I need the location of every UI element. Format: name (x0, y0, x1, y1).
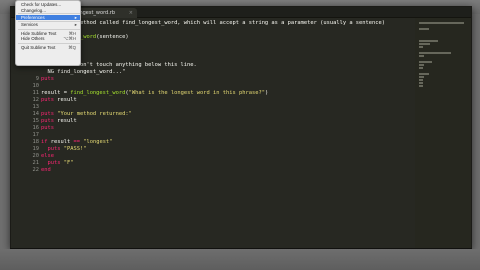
menu-item-quit-sublime-text[interactable]: Quit Sublime Text ⌘Q (16, 45, 80, 50)
line-number: 20 (32, 153, 40, 159)
menu-item-label: Hide Others (21, 36, 45, 41)
minimap-line (419, 55, 424, 57)
code-line[interactable]: puts "PASS!" (41, 146, 421, 153)
code-line[interactable] (41, 55, 421, 62)
screen: longest_word.rb × 9 10 11 12 13 14 15 16 17 18 19 2… (0, 0, 480, 270)
code-line[interactable]: puts (41, 125, 421, 132)
menu-item-label: Hide Sublime Text (21, 30, 57, 36)
menu-item-services[interactable]: Services ▸ (16, 22, 80, 27)
line-number: 17 (32, 132, 40, 138)
code-line[interactable]: puts result (41, 118, 421, 125)
line-number: 19 (32, 146, 40, 152)
line-number: 11 (32, 90, 40, 96)
tab-title: longest_word.rb (75, 10, 116, 16)
submenu-arrow-icon: ▸ (74, 22, 77, 27)
menu-item-label: Changelog... (21, 7, 46, 13)
code-line[interactable]: if result == "longest" (41, 139, 421, 146)
line-number: 9 (35, 76, 39, 82)
minimap-line (419, 82, 423, 84)
code-line[interactable] (41, 27, 421, 34)
minimap-line (419, 22, 464, 24)
minimap-line (419, 52, 451, 54)
line-number: 14 (32, 111, 40, 117)
menu-item-shortcut: ⌘Q (68, 45, 76, 50)
menu-item-preferences[interactable]: Preferences ▸ (16, 14, 80, 20)
minimap-line (419, 46, 423, 48)
code-line[interactable]: puts result (41, 97, 421, 104)
menu-separator (18, 28, 80, 30)
minimap-line (419, 64, 424, 66)
code-line[interactable]: the method called find_longest_word, whi… (41, 20, 421, 27)
minimap-line (419, 40, 439, 42)
code-line[interactable] (41, 83, 421, 90)
code-line[interactable] (41, 41, 421, 48)
line-number: 12 (32, 97, 40, 103)
code-line[interactable]: puts (41, 76, 421, 83)
line-number: 13 (32, 104, 40, 110)
menu-separator (18, 20, 80, 22)
minimap-line (419, 79, 423, 81)
menu-item-shortcut: ⌥⌘H (63, 36, 76, 41)
code-line[interactable] (41, 132, 421, 139)
code-line[interactable]: result = find_longest_word("What is the … (41, 90, 421, 97)
menu-separator (18, 43, 80, 44)
code-line[interactable]: ode - don't touch anything below this li… (41, 62, 421, 69)
line-number (11, 69, 39, 76)
minimap-line (419, 73, 429, 75)
code-line[interactable] (41, 48, 421, 55)
minimap-line (419, 28, 429, 30)
line-number: 15 (32, 118, 40, 124)
menu-item-label: Preferences (21, 14, 45, 20)
line-number: 18 (32, 139, 40, 145)
sublime-text-app-menu: Check for Updates... Changelog... Preferen… (15, 0, 81, 66)
code-line[interactable]: end (41, 167, 421, 174)
code-line[interactable]: longest_word(sentence) (41, 34, 421, 41)
code-line[interactable]: puts "Your method returned:" (41, 111, 421, 118)
code-line[interactable]: NG find_longest_word..." (41, 69, 421, 76)
minimap-line (419, 85, 423, 87)
menu-item-hide-others[interactable]: Hide Others ⌥⌘H (16, 36, 80, 41)
line-number: 21 (32, 160, 40, 166)
menu-item-label: Check for Updates... (21, 2, 62, 7)
desktop-bottom-band (0, 249, 480, 270)
code-line[interactable]: else (41, 153, 421, 160)
line-number: 10 (32, 83, 40, 89)
tab-close-icon[interactable]: × (129, 8, 133, 18)
line-number: 16 (32, 125, 40, 131)
minimap[interactable] (415, 18, 471, 248)
minimap-line (419, 67, 423, 69)
minimap-line (419, 61, 432, 63)
code-area[interactable]: the method called find_longest_word, whi… (41, 18, 415, 248)
minimap-line (419, 43, 430, 45)
code-line[interactable] (41, 104, 421, 111)
minimap-line (419, 76, 425, 78)
menu-separator (18, 13, 80, 14)
line-number: 22 (32, 167, 40, 173)
menu-item-label: Quit Sublime Text (21, 45, 56, 50)
submenu-arrow-icon: ▸ (74, 14, 77, 20)
code-line[interactable]: puts "F" (41, 160, 421, 167)
menu-item-label: Services (21, 22, 38, 27)
